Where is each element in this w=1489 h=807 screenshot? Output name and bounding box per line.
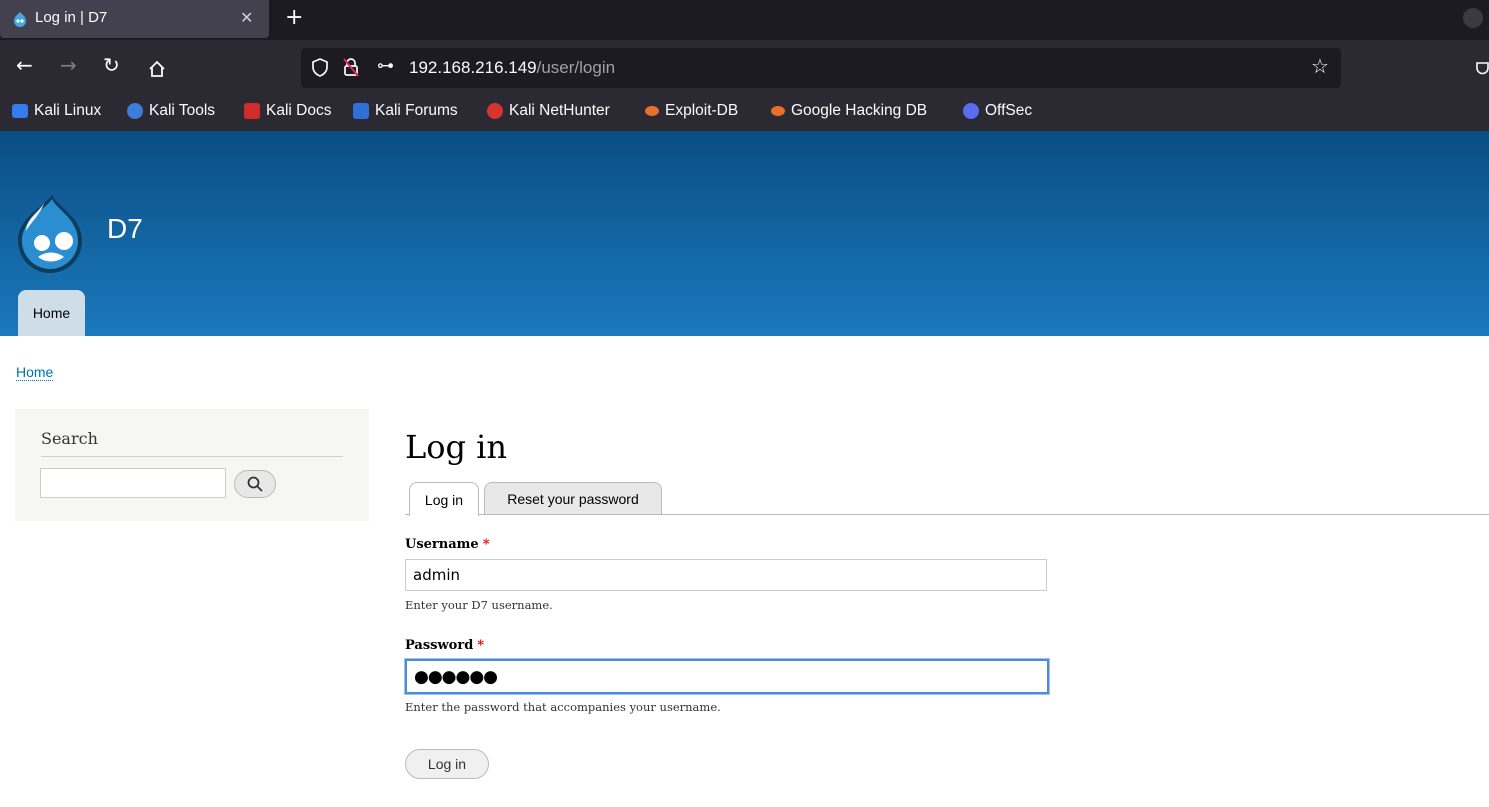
site-header xyxy=(0,131,1489,336)
home-icon[interactable] xyxy=(147,59,167,79)
ghdb-icon xyxy=(771,106,785,116)
tab-strip: Log in | D7 ✕ + xyxy=(0,0,1489,40)
search-block-title: Search xyxy=(41,429,98,448)
search-button[interactable] xyxy=(234,470,276,498)
tab-title: Log in | D7 xyxy=(35,9,108,26)
breadcrumb[interactable]: Home xyxy=(16,364,54,381)
password-field[interactable]: ●●●●●● xyxy=(405,659,1049,694)
nav-home-tab[interactable]: Home xyxy=(18,290,85,336)
username-label-text: Username xyxy=(405,537,479,552)
bookmark-kali-tools[interactable]: Kali Tools xyxy=(127,102,215,120)
bookmark-label: Kali Linux xyxy=(34,102,102,119)
bookmark-kali-forums[interactable]: Kali Forums xyxy=(353,102,458,120)
username-description: Enter your D7 username. xyxy=(405,598,553,612)
bookmark-google-hacking-db[interactable]: Google Hacking DB xyxy=(771,102,927,120)
bookmark-kali-nethunter[interactable]: Kali NetHunter xyxy=(487,102,610,120)
url-host: 192.168.216.149 xyxy=(409,58,537,77)
kali-forums-icon xyxy=(353,103,369,119)
shield-icon[interactable] xyxy=(311,58,329,78)
site-name[interactable]: D7 xyxy=(107,213,143,245)
tab-log-in[interactable]: Log in xyxy=(409,482,479,516)
required-marker: * xyxy=(477,638,485,653)
back-icon[interactable]: ← xyxy=(16,53,33,77)
browser-tab[interactable]: Log in | D7 ✕ xyxy=(0,0,269,38)
kali-nethunter-icon xyxy=(487,103,503,119)
forward-icon[interactable]: → xyxy=(60,53,77,77)
pocket-icon[interactable] xyxy=(1476,60,1489,78)
divider xyxy=(41,456,343,457)
drupal-favicon-icon xyxy=(14,12,26,27)
password-label-text: Password xyxy=(405,638,474,653)
log-in-button[interactable]: Log in xyxy=(405,749,489,779)
username-label: Username * xyxy=(405,537,490,552)
password-label: Password * xyxy=(405,638,484,653)
bookmark-label: Exploit-DB xyxy=(665,102,739,119)
tabs-divider xyxy=(405,514,1489,515)
bookmark-label: OffSec xyxy=(985,102,1033,119)
page-title: Log in xyxy=(405,428,508,466)
close-tab-icon[interactable]: ✕ xyxy=(240,8,253,27)
kali-tools-icon xyxy=(127,103,143,119)
tab-reset-password[interactable]: Reset your password xyxy=(484,482,662,514)
bookmark-offsec[interactable]: OffSec xyxy=(963,102,1032,120)
new-tab-icon[interactable]: + xyxy=(285,5,303,30)
bookmark-exploit-db[interactable]: Exploit-DB xyxy=(645,102,738,120)
bookmark-label: Kali Docs xyxy=(266,102,332,119)
offsec-icon xyxy=(963,103,979,119)
username-field[interactable]: admin xyxy=(405,559,1047,591)
bookmark-star-icon[interactable]: ☆ xyxy=(1311,54,1329,78)
drupal-logo[interactable] xyxy=(14,193,86,275)
kali-docs-icon xyxy=(244,103,260,119)
search-input[interactable] xyxy=(40,468,226,498)
url-text[interactable]: 192.168.216.149/user/login xyxy=(409,58,615,78)
bookmark-kali-docs[interactable]: Kali Docs xyxy=(244,102,331,120)
url-path: /user/login xyxy=(536,58,616,77)
required-marker: * xyxy=(482,537,490,552)
account-icon[interactable] xyxy=(1463,8,1483,28)
bookmarks-toolbar: Kali Linux Kali Tools Kali Docs Kali For… xyxy=(0,98,1489,131)
bookmark-label: Kali Forums xyxy=(375,102,458,119)
kali-linux-icon xyxy=(12,104,28,118)
search-icon xyxy=(247,476,263,492)
bookmark-label: Google Hacking DB xyxy=(791,102,928,119)
insecure-lock-icon[interactable] xyxy=(342,57,360,78)
reload-icon[interactable]: ↻ xyxy=(103,53,120,77)
exploit-db-icon xyxy=(645,106,659,116)
bookmark-label: Kali Tools xyxy=(149,102,216,119)
search-block: Search xyxy=(15,409,369,521)
password-description: Enter the password that accompanies your… xyxy=(405,700,721,714)
bookmark-label: Kali NetHunter xyxy=(509,102,610,119)
key-icon[interactable]: ⊶ xyxy=(377,56,394,76)
bookmark-kali-linux[interactable]: Kali Linux xyxy=(12,102,101,120)
